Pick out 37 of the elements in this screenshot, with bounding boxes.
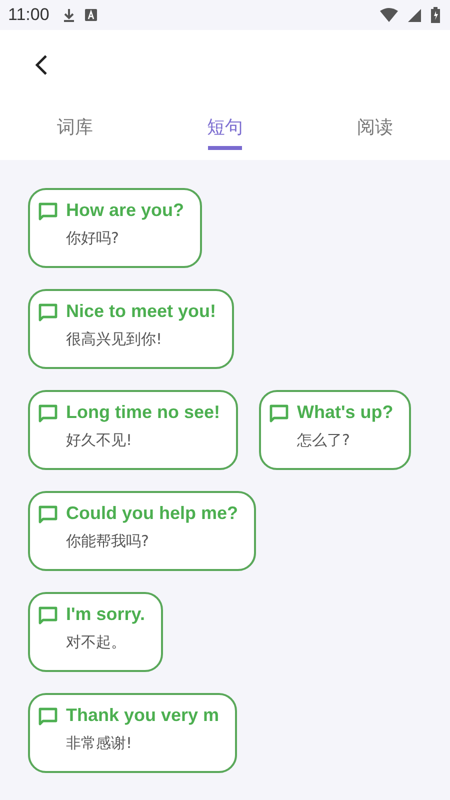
phrase-card[interactable]: Long time no see! 好久不见!	[28, 390, 238, 470]
chat-icon	[38, 404, 58, 424]
phrase-english: I'm sorry.	[66, 604, 145, 625]
phrase-english: What's up?	[297, 402, 394, 423]
wifi-icon	[380, 8, 398, 22]
phrase-chinese: 非常感谢!	[66, 734, 134, 753]
signal-icon	[408, 8, 421, 22]
phrase-english: How are you?	[66, 200, 184, 221]
status-time: 11:00	[8, 5, 50, 25]
phrase-chinese: 好久不见!	[66, 431, 134, 450]
phrase-card[interactable]: Thank you very m 非常感谢!	[28, 693, 238, 773]
phrase-card[interactable]: Could you help me? 你能帮我吗?	[28, 491, 256, 571]
phrase-chinese: 很高兴见到你!	[66, 330, 164, 349]
phrase-english: Could you help me?	[66, 503, 238, 524]
phrase-card[interactable]: What's up? 怎么了?	[259, 390, 412, 470]
chat-icon	[38, 707, 58, 727]
chat-icon	[38, 505, 58, 525]
font-icon	[85, 9, 98, 21]
battery-icon	[431, 7, 440, 23]
chat-icon	[38, 202, 58, 222]
chat-icon	[38, 606, 58, 626]
tab[interactable]: 阅读	[300, 106, 450, 154]
phrase-card[interactable]: How are you? 你好吗?	[28, 188, 202, 268]
chat-icon	[38, 303, 58, 323]
phrase-chinese: 你好吗?	[66, 229, 120, 248]
phrase-chinese: 怎么了?	[297, 431, 351, 450]
phrase-card[interactable]: I'm sorry. 对不起。	[28, 592, 163, 672]
phrase-card[interactable]: Nice to meet you! 很高兴见到你!	[28, 289, 234, 369]
download-icon	[63, 8, 76, 22]
phrase-english: Thank you very m	[66, 705, 220, 726]
chat-icon	[269, 404, 290, 424]
tab[interactable]: 词库	[0, 106, 150, 154]
phrase-chinese: 对不起。	[66, 633, 127, 652]
phrase-english: Nice to meet you!	[66, 301, 216, 322]
phrase-chinese: 你能帮我吗?	[66, 532, 150, 551]
phrase-english: Long time no see!	[66, 402, 220, 423]
back-icon[interactable]	[34, 54, 48, 76]
